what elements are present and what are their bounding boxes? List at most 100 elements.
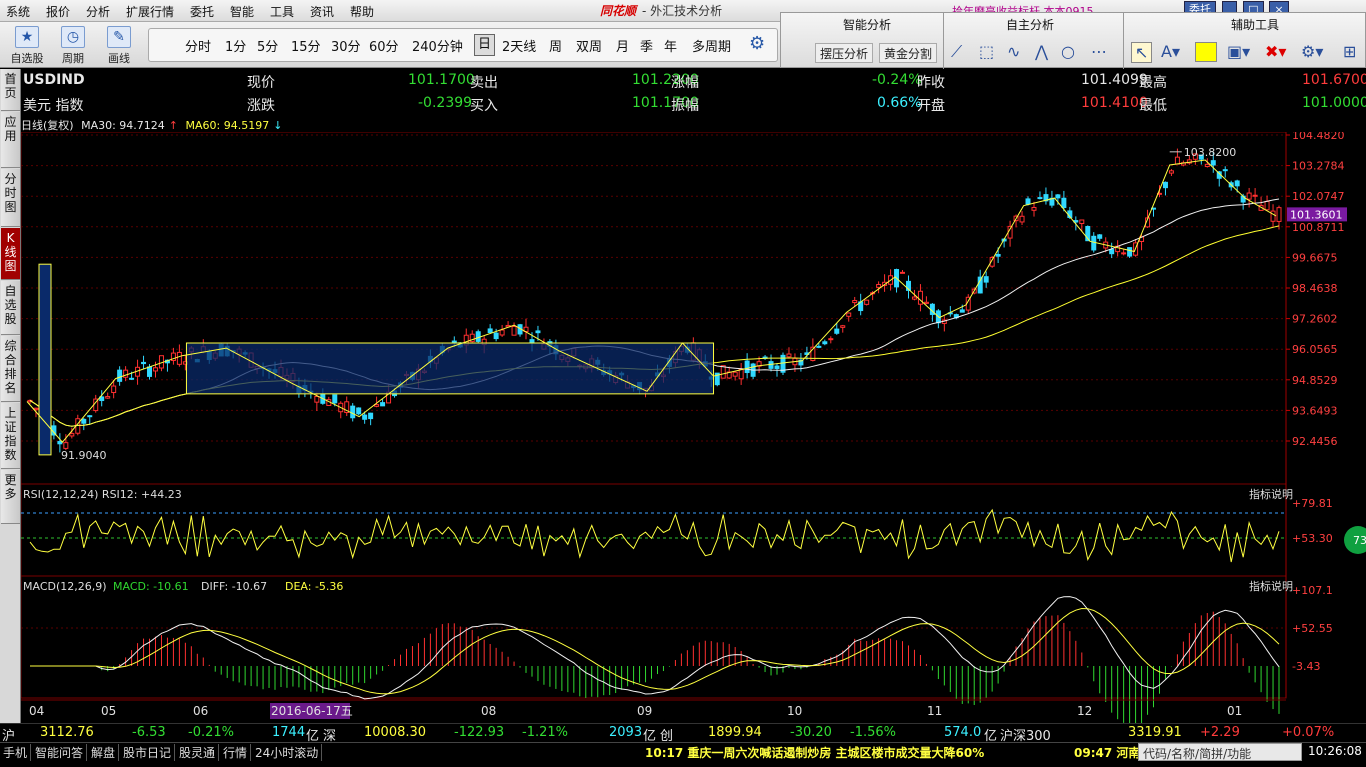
- candle-body: [1025, 198, 1031, 205]
- aux-tools-header[interactable]: 辅助工具: [1231, 16, 1279, 33]
- rail-shanghai[interactable]: 上证指数: [1, 403, 20, 469]
- tab-market[interactable]: 行情: [220, 744, 252, 761]
- period-multi[interactable]: 多周期: [692, 36, 731, 55]
- support-pressure-button[interactable]: 摆压分析: [815, 43, 874, 63]
- period-button[interactable]: ◷ 周期: [50, 24, 96, 66]
- candle-body: [1270, 210, 1276, 222]
- draw-button[interactable]: ✎ 画线: [96, 24, 142, 66]
- symbol-code: USDIND: [23, 72, 85, 88]
- rail-favorites[interactable]: 自选股: [1, 281, 20, 335]
- tab-qa[interactable]: 智能问答: [32, 744, 88, 761]
- rail-apps[interactable]: 应用: [1, 112, 20, 168]
- candle-body: [1061, 197, 1067, 209]
- period-60m[interactable]: 60分: [369, 36, 399, 55]
- period-5m[interactable]: 5分: [257, 36, 278, 55]
- pointer-icon[interactable]: ↖: [1131, 42, 1153, 63]
- period-240m[interactable]: 240分钟: [412, 36, 463, 55]
- menu-trade[interactable]: 委托: [190, 3, 214, 20]
- period-quarter[interactable]: 季: [640, 36, 653, 55]
- period-1m[interactable]: 1分: [225, 36, 246, 55]
- menu-system[interactable]: 系统: [6, 3, 30, 20]
- rail-kline[interactable]: K线图: [1, 228, 20, 280]
- zigzag-line: [26, 159, 1277, 443]
- candle-body: [1031, 207, 1037, 211]
- candle-body: [176, 351, 182, 365]
- candle-body: [356, 407, 362, 415]
- rect-tool-icon[interactable]: ⬚: [979, 42, 994, 61]
- menu-help[interactable]: 帮助: [350, 3, 374, 20]
- rail-home[interactable]: 首页: [1, 69, 20, 111]
- menu-news[interactable]: 资讯: [310, 3, 334, 20]
- tab-diary[interactable]: 股市日记: [120, 744, 176, 761]
- gear-icon[interactable]: ⚙: [749, 33, 765, 54]
- rail-ranking[interactable]: 综合排名: [1, 336, 20, 402]
- wave-tool-icon[interactable]: ∿: [1007, 42, 1020, 61]
- high-price-label: 103.8200: [1184, 146, 1237, 159]
- period-15m[interactable]: 15分: [291, 36, 321, 55]
- low-value: 101.0000: [1302, 95, 1366, 111]
- favorites-button[interactable]: ★ 自选股: [4, 24, 50, 66]
- search-input[interactable]: 代码/名称/简拼/功能: [1138, 743, 1302, 761]
- tab-analysis[interactable]: 解盘: [88, 744, 120, 761]
- candle-body: [350, 405, 356, 419]
- rail-more[interactable]: 更多: [1, 470, 20, 524]
- clock-icon: ◷: [61, 26, 85, 48]
- kline-chart[interactable]: 104.4820 103.2784 102.0747 100.8711 99.6675 9…: [21, 132, 1366, 732]
- rail-timeshare[interactable]: 分时图: [1, 169, 20, 227]
- news-ticker[interactable]: 10:17 重庆一周六次喊话遏制炒房 主城区楼市成交量大降60%: [645, 744, 984, 761]
- text-tool-icon[interactable]: A▾: [1161, 42, 1180, 61]
- kline-type: 日线(复权): [21, 119, 74, 132]
- menu-quote[interactable]: 报价: [46, 3, 70, 20]
- clock: 10:26:08: [1308, 744, 1362, 758]
- bookmark-icon[interactable]: ▣▾: [1227, 42, 1250, 61]
- tab-24h[interactable]: 24小时滚动: [252, 744, 323, 761]
- menu-analysis[interactable]: 分析: [86, 3, 110, 20]
- period-2day[interactable]: 2天线: [502, 36, 536, 55]
- news-ticker-2[interactable]: 09:47 河南: [1074, 744, 1140, 761]
- settings-icon[interactable]: ⚙▾: [1301, 42, 1323, 61]
- current-price-label: 101.3601: [1290, 208, 1343, 221]
- sz-value[interactable]: 10008.30: [364, 725, 426, 740]
- circle-tool-icon[interactable]: ○: [1061, 42, 1075, 61]
- delete-icon[interactable]: ✖▾: [1265, 42, 1286, 61]
- rsi-panel-frame: [21, 483, 1287, 577]
- menu-smart[interactable]: 智能: [230, 3, 254, 20]
- self-analysis-header[interactable]: 自主分析: [1006, 16, 1054, 33]
- sh-pct: -0.21%: [188, 725, 234, 740]
- x-axis-label: 01: [1227, 704, 1242, 718]
- sh-value[interactable]: 3112.76: [40, 725, 94, 740]
- symbol-name: 美元 指数: [23, 98, 84, 114]
- period-2week[interactable]: 双周: [576, 36, 602, 55]
- smart-analysis-header[interactable]: 智能分析: [843, 16, 891, 33]
- more-icon[interactable]: ⋯: [1091, 42, 1107, 61]
- period-tick[interactable]: 分时: [185, 36, 211, 55]
- candle-body: [1222, 169, 1228, 172]
- tab-stock-genie[interactable]: 股灵通: [176, 744, 220, 761]
- period-year[interactable]: 年: [664, 36, 677, 55]
- period-30m[interactable]: 30分: [331, 36, 361, 55]
- golden-section-button[interactable]: 黄金分割: [879, 43, 938, 63]
- menu-ext-market[interactable]: 扩展行情: [126, 3, 174, 20]
- expand-icon[interactable]: ⊞: [1343, 42, 1356, 61]
- hs-value[interactable]: 3319.91: [1128, 725, 1182, 740]
- candle-body: [1091, 235, 1097, 251]
- period-week[interactable]: 周: [549, 36, 562, 55]
- line-tool-icon[interactable]: ⟋: [951, 42, 962, 62]
- period-month[interactable]: 月: [616, 36, 629, 55]
- pen-icon: ✎: [107, 26, 131, 48]
- tab-mobile[interactable]: 手机: [0, 744, 32, 761]
- color-swatch[interactable]: [1195, 42, 1217, 62]
- menu-tools[interactable]: 工具: [270, 3, 294, 20]
- cy-value[interactable]: 1899.94: [708, 725, 762, 740]
- draw-label: 画线: [108, 52, 130, 65]
- chart-svg[interactable]: 104.4820 103.2784 102.0747 100.8711 99.6675 9…: [21, 132, 1366, 723]
- candle-body: [720, 365, 726, 379]
- macd-panel-frame: [21, 575, 1287, 699]
- candle-body: [1174, 156, 1180, 165]
- candle-body: [1127, 247, 1133, 257]
- candle-body: [732, 371, 738, 377]
- period-day[interactable]: 日: [474, 34, 496, 56]
- candle-body: [1246, 192, 1252, 200]
- price-tick-label: 97.2602: [1292, 313, 1338, 326]
- peak-tool-icon[interactable]: ⋀: [1035, 42, 1048, 61]
